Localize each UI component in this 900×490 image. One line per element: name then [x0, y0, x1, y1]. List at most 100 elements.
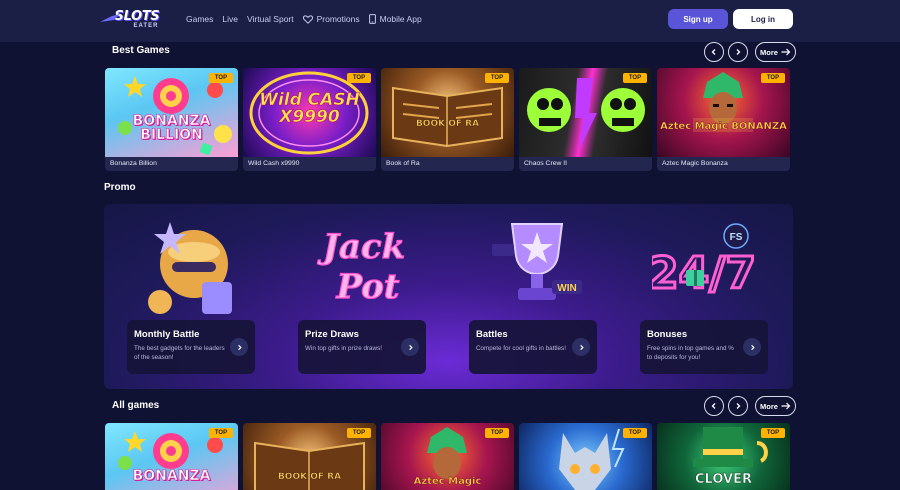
- nav-live[interactable]: Live: [222, 14, 238, 24]
- top-badge: TOP: [209, 428, 233, 438]
- game-name: Wild Cash x9990: [248, 160, 300, 167]
- top-badge: TOP: [347, 428, 371, 438]
- game-art-title: CLOVER: [694, 472, 753, 487]
- nav-label: Promotions: [316, 14, 360, 24]
- prev-button[interactable]: [704, 42, 724, 62]
- nav-label: Mobile App: [379, 14, 422, 24]
- game-card[interactable]: BONANZA TOP: [105, 423, 238, 490]
- game-name: Chaos Crew II: [524, 160, 568, 167]
- promo-arrow-button[interactable]: [230, 338, 248, 356]
- more-label: More: [760, 47, 778, 57]
- top-badge: TOP: [347, 73, 371, 83]
- nav-label: Games: [186, 14, 214, 24]
- chevron-right-icon: [237, 344, 242, 350]
- top-badge: TOP: [485, 73, 509, 83]
- heart-icon: [302, 14, 313, 24]
- chevron-right-icon: [736, 403, 741, 409]
- game-art-title: Aztec Magic: [413, 476, 482, 487]
- promo-card-prize-draws[interactable]: Prize Draws Win top gifts in prize draws…: [298, 320, 426, 374]
- all-games-title: All games: [112, 400, 160, 411]
- game-name: Aztec Magic Bonanza: [662, 160, 728, 167]
- chevron-right-icon: [579, 344, 584, 350]
- game-card[interactable]: Aztec Magic BONANZA TOP Aztec Magic Bona…: [657, 68, 790, 171]
- game-card[interactable]: TOP Chaos Crew II: [519, 68, 652, 171]
- jackpot-text-1: Jack: [317, 227, 405, 267]
- game-card[interactable]: CLOVER TOP: [657, 423, 790, 490]
- game-thumbnail: Aztec Magic BONANZA TOP: [657, 68, 790, 157]
- nav-games[interactable]: Games: [186, 14, 213, 24]
- game-card[interactable]: Aztec Magic TOP: [381, 423, 514, 490]
- game-art-title: Aztec Magic BONANZA: [660, 121, 787, 132]
- game-card[interactable]: BONANZA BILLION TOP Bonanza Billion: [105, 68, 238, 171]
- top-badge: TOP: [485, 428, 509, 438]
- next-button[interactable]: [728, 42, 748, 62]
- promo-card-desc: The best gadgets for the leaders of the …: [134, 345, 225, 361]
- top-badge: TOP: [761, 428, 785, 438]
- game-art-title: BOOK OF RA: [415, 119, 480, 129]
- main-nav: Games Live Virtual Sport Promotions Mobi…: [186, 0, 431, 38]
- top-badge: TOP: [623, 73, 647, 83]
- prev-button[interactable]: [704, 396, 724, 416]
- more-label: More: [760, 401, 778, 411]
- game-name: Bonanza Billion: [110, 160, 157, 167]
- top-badge: TOP: [761, 73, 785, 83]
- game-thumbnail: BONANZA BILLION TOP: [105, 68, 238, 157]
- game-art-title: BONANZA BILLION: [132, 113, 211, 143]
- nav-promotions[interactable]: Promotions: [302, 14, 360, 24]
- nav-label: Live: [222, 14, 238, 24]
- nav-mobile-app[interactable]: Mobile App: [368, 14, 422, 24]
- next-button[interactable]: [728, 396, 748, 416]
- game-card[interactable]: Wild CASH X9990 TOP Wild Cash x9990: [243, 68, 376, 171]
- promo-card-desc: Win top gifts in prize draws!: [305, 345, 382, 352]
- game-art-title: BOOK OF RA: [277, 472, 342, 482]
- game-card[interactable]: BOOK OF RA TOP: [243, 423, 376, 490]
- nav-label: Virtual Sport: [247, 14, 294, 24]
- promo-arrow-button[interactable]: [743, 338, 761, 356]
- signup-button[interactable]: Sign up: [668, 9, 728, 29]
- promo-banner: Jack Pot WIN 24/7 FS Monthly Battle The …: [104, 204, 793, 389]
- nav-virtual-sport[interactable]: Virtual Sport: [247, 14, 294, 24]
- promo-card-desc: Free spins in top games and % to deposit…: [647, 345, 734, 361]
- best-games-list: BONANZA BILLION TOP Bonanza Billion Wild…: [105, 68, 790, 171]
- arrow-right-icon: [781, 48, 791, 56]
- phone-icon: [368, 14, 376, 24]
- promo-arrow-button[interactable]: [401, 338, 419, 356]
- game-card[interactable]: TOP: [519, 423, 652, 490]
- promo-card-desc: Compete for cool gifts in battles!: [476, 345, 566, 352]
- battles-trophy-art: WIN: [492, 223, 582, 300]
- more-button[interactable]: More: [755, 396, 796, 416]
- all-games-pager: More: [704, 396, 796, 416]
- fs-label: FS: [730, 232, 743, 243]
- chevron-right-icon: [750, 344, 755, 350]
- promo-arrow-button[interactable]: [572, 338, 590, 356]
- top-badge: TOP: [623, 428, 647, 438]
- logo-wing-icon: [100, 14, 120, 22]
- game-thumbnail: BOOK OF RA TOP: [243, 423, 376, 490]
- top-badge: TOP: [209, 73, 233, 83]
- best-games-pager: More: [704, 42, 796, 62]
- top-navbar: SLOTS EATER Games Live Virtual Sport Pro…: [0, 0, 900, 42]
- promo-card-bonuses[interactable]: Bonuses Free spins in top games and % to…: [640, 320, 768, 374]
- logo-text: SLOTS: [114, 9, 160, 24]
- game-thumbnail: TOP: [519, 68, 652, 157]
- jackpot-text-2: Pot: [335, 267, 399, 307]
- best-games-title: Best Games: [112, 45, 170, 56]
- game-thumbnail: CLOVER TOP: [657, 423, 790, 490]
- game-card[interactable]: BOOK OF RA TOP Book of Ra: [381, 68, 514, 171]
- arrow-right-icon: [781, 402, 791, 410]
- promo-card-battles[interactable]: Battles Compete for cool gifts in battle…: [469, 320, 597, 374]
- login-button[interactable]: Log in: [733, 9, 793, 29]
- site-logo[interactable]: SLOTS EATER: [100, 8, 170, 32]
- promo-title: Promo: [104, 182, 136, 193]
- all-games-list: BONANZA TOP BOOK OF RA TOP Aztec Magic T…: [105, 423, 790, 490]
- chevron-right-icon: [408, 344, 413, 350]
- logo-subtext: EATER: [133, 23, 159, 29]
- chevron-left-icon: [711, 403, 716, 409]
- game-art-title: Wild CASH X9990: [259, 90, 360, 127]
- more-button[interactable]: More: [755, 42, 796, 62]
- chevron-left-icon: [711, 49, 716, 55]
- game-art-title: BONANZA: [132, 468, 211, 484]
- game-thumbnail: BONANZA TOP: [105, 423, 238, 490]
- bonuses-247-art: 24/7 FS: [652, 223, 757, 301]
- promo-card-monthly-battle[interactable]: Monthly Battle The best gadgets for the …: [127, 320, 255, 374]
